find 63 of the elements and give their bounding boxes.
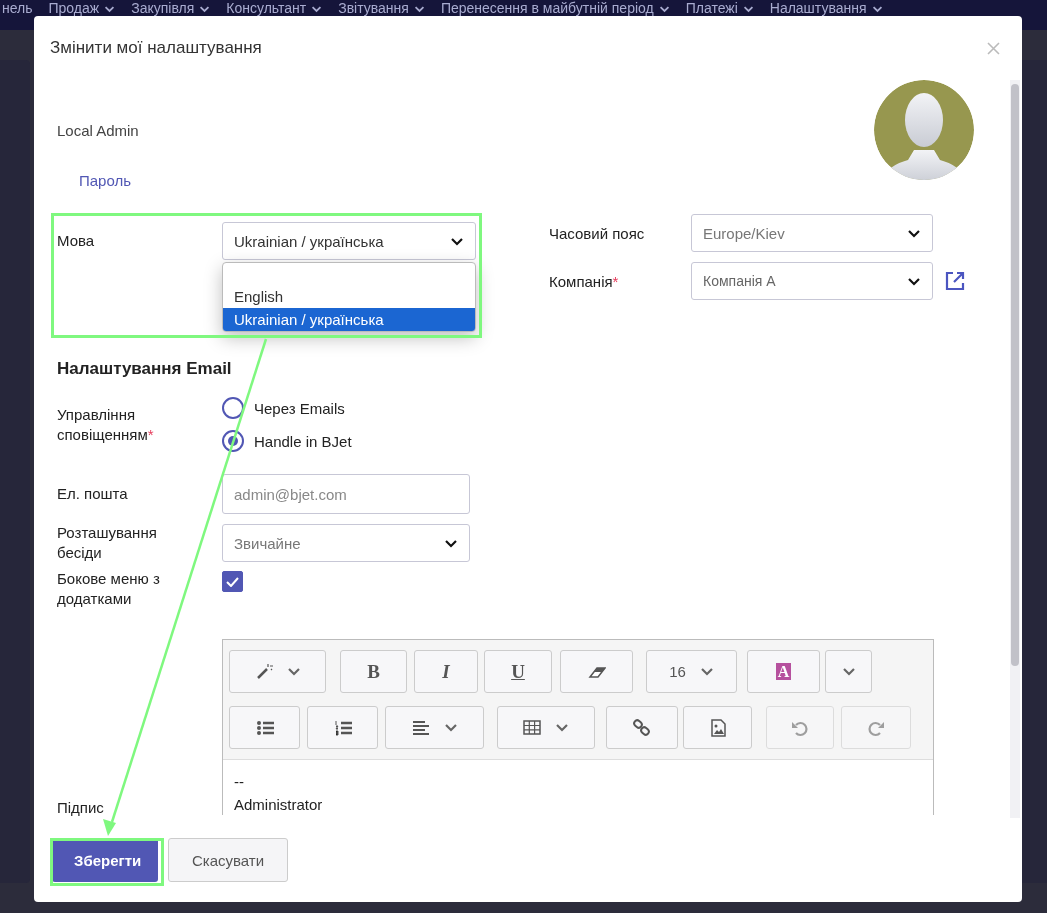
- signature-text: --: [234, 772, 245, 792]
- bullet-list-button[interactable]: [229, 706, 300, 749]
- align-left-icon: [411, 718, 430, 737]
- chevron-down-icon: [444, 538, 458, 548]
- caret-icon: [443, 723, 458, 732]
- field-label: Мова: [57, 231, 96, 251]
- numbered-list-button[interactable]: [307, 706, 378, 749]
- link-button[interactable]: [606, 706, 678, 749]
- dropdown-option[interactable]: English: [223, 285, 475, 308]
- menu-item[interactable]: Закупівля: [131, 0, 211, 17]
- menu-item[interactable]: нель: [2, 0, 33, 17]
- company-select[interactable]: Компанія A: [691, 262, 933, 300]
- checkmark-icon: [226, 576, 239, 587]
- menu-item[interactable]: Налаштування: [769, 0, 883, 17]
- menu-item[interactable]: Продаж: [48, 0, 116, 17]
- font-size-button[interactable]: 16: [646, 650, 737, 693]
- menu-item[interactable]: Перенесення в майбутній період: [440, 0, 670, 17]
- password-link[interactable]: Пароль: [79, 172, 139, 189]
- field-label: Часовий пояс: [549, 224, 646, 242]
- field-label: Управління сповіщенням*: [57, 405, 155, 445]
- menu-item[interactable]: Консультант: [226, 0, 323, 17]
- field-label: Компанія*: [549, 272, 620, 290]
- language-select[interactable]: Ukrainian / українська: [222, 222, 476, 260]
- italic-button[interactable]: I: [414, 650, 478, 693]
- user-name: Local Admin: [57, 122, 139, 139]
- picture-button[interactable]: [683, 706, 752, 749]
- checkbox[interactable]: [222, 571, 243, 592]
- radio-option[interactable]: Handle in BJet: [222, 430, 352, 452]
- numbered-list-icon: [333, 718, 352, 737]
- field-label: Бокове меню з додатками: [57, 569, 161, 609]
- dialog-title: Змінити мої налаштування: [50, 38, 262, 58]
- chevron-down-icon: [907, 276, 921, 286]
- chevron-down-icon: [907, 228, 921, 238]
- field-label: Ел. пошта: [57, 484, 129, 504]
- color-button[interactable]: A: [747, 650, 820, 693]
- caret-icon: [841, 667, 856, 676]
- align-button[interactable]: [385, 706, 484, 749]
- external-link-icon[interactable]: [944, 270, 966, 292]
- menu-item[interactable]: Звітування: [338, 0, 425, 17]
- chevron-down-icon: [450, 236, 464, 246]
- caret-icon: [555, 723, 569, 732]
- link-icon: [633, 718, 651, 737]
- field-label: Розташування бесіди: [57, 523, 158, 563]
- table-button[interactable]: [497, 706, 595, 749]
- underline-button[interactable]: U: [484, 650, 552, 693]
- timezone-select[interactable]: Europe/Kiev: [691, 214, 933, 252]
- section-heading: Налаштування Email: [57, 359, 233, 379]
- cancel-button[interactable]: Скасувати: [168, 838, 288, 882]
- dropdown-option[interactable]: Ukrainian / українська: [223, 308, 475, 331]
- chat-position-select[interactable]: Звичайне: [222, 524, 470, 562]
- eraser-button[interactable]: [560, 650, 633, 693]
- menu-item[interactable]: Платежі: [685, 0, 754, 17]
- radio-option[interactable]: Через Emails: [222, 397, 352, 419]
- bold-button[interactable]: B: [340, 650, 407, 693]
- bullet-list-icon: [255, 718, 274, 737]
- signature-text: Administrator: [234, 795, 324, 815]
- table-icon: [523, 718, 541, 737]
- caret-icon: [286, 667, 301, 676]
- picture-icon: [708, 718, 727, 737]
- caret-icon: [699, 667, 714, 676]
- email-field[interactable]: admin@bjet.com: [222, 474, 470, 514]
- scrollbar[interactable]: [1010, 80, 1020, 818]
- field-label: Підпис: [57, 798, 105, 818]
